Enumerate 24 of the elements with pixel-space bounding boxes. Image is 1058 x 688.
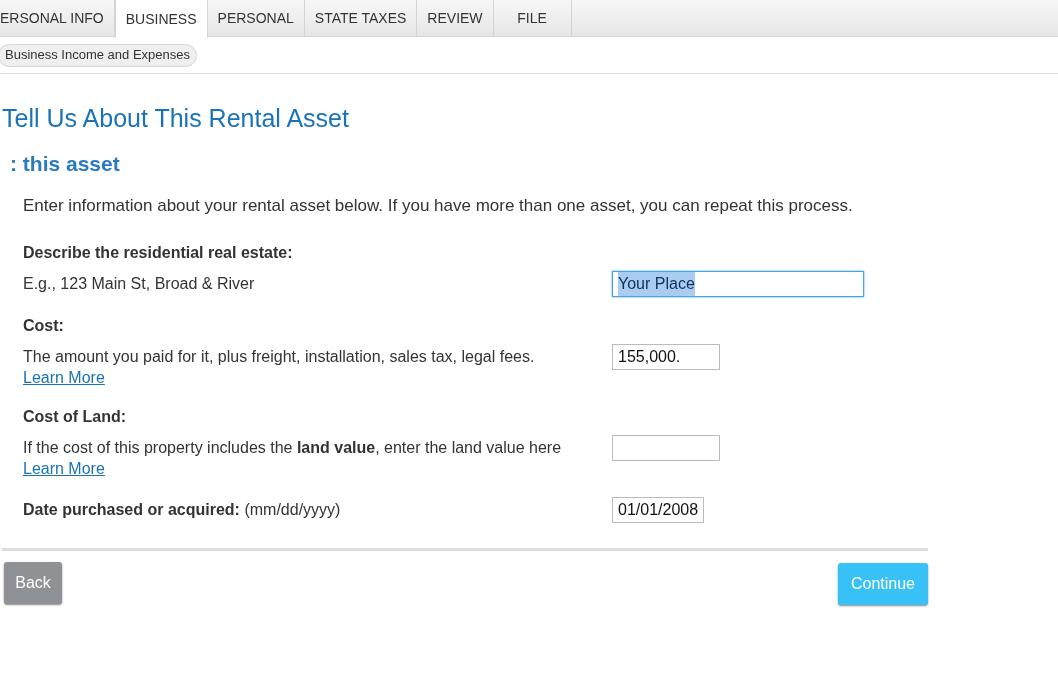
field-label: Date purchased or acquired:	[23, 501, 240, 518]
tab[interactable]: PERSONAL	[207, 0, 305, 37]
input-field[interactable]	[612, 435, 720, 461]
input-field[interactable]: 01/01/2008	[612, 497, 704, 523]
input-field[interactable]: 155,000.	[612, 344, 720, 370]
page-title: Tell Us About This Rental Asset	[2, 103, 349, 134]
help-text: E.g., 123 Main St, Broad & River	[23, 274, 255, 294]
learn-more-link[interactable]: Learn More	[23, 369, 105, 386]
tab[interactable]: ERSONAL INFO	[0, 0, 115, 37]
field-label: Cost of Land:	[23, 407, 127, 427]
format-hint: (mm/dd/yyyy)	[244, 501, 341, 518]
help-text: If the cost of this property includes the land value, enter the land value here	[23, 438, 562, 458]
help-text: The amount you paid for it, plus freight, installation, sales tax, legal fees.	[23, 347, 535, 367]
tab[interactable]: FILE	[493, 0, 572, 37]
intro-text: Enter information about your rental asset below. If you have more than one asset, you can repeat this process.	[23, 194, 853, 217]
tab[interactable]: REVIEW	[417, 0, 494, 37]
tab[interactable]: STATE TAXES	[304, 0, 418, 37]
field-label: Cost:	[23, 316, 64, 336]
learn-more-link[interactable]: Learn More	[23, 460, 105, 477]
input-field[interactable]: Your Place	[612, 271, 864, 297]
breadcrumb-pill[interactable]: Business Income and Expenses	[0, 43, 197, 67]
section-title: : this asset	[10, 151, 120, 177]
tab[interactable]: BUSINESS	[114, 0, 208, 38]
field-label: Describe the residential real estate:	[23, 243, 293, 263]
